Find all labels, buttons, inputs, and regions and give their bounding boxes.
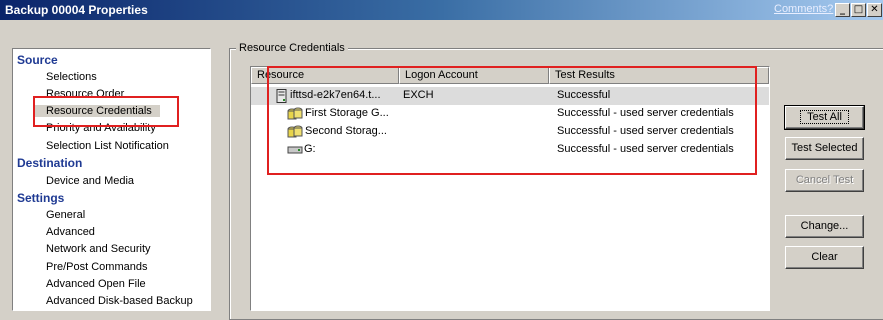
logon-account: EXCH — [403, 89, 434, 101]
test-result: Successful - used server credentials — [557, 107, 734, 119]
nav-item-resource-order[interactable]: Resource Order — [46, 88, 124, 100]
resource-name: First Storage G... — [305, 107, 389, 119]
test-all-button[interactable]: Test All — [784, 105, 865, 130]
nav-item-device-media[interactable]: Device and Media — [46, 175, 134, 187]
resource-name: G: — [304, 143, 316, 155]
nav-item-priority-availability[interactable]: Priority and Availability — [46, 122, 156, 134]
title-bar: Backup 00004 Properties Comments? _ □ ✕ — [0, 0, 883, 20]
frame-legend: Resource Credentials — [236, 42, 348, 54]
test-result: Successful — [557, 89, 611, 101]
column-header-test-results[interactable]: Test Results — [549, 67, 769, 84]
column-header-resource[interactable]: Resource — [251, 67, 399, 84]
cancel-test-button[interactable]: Cancel Test — [785, 169, 864, 192]
credentials-list[interactable]: Resource Logon Account Test Results iftt… — [250, 66, 770, 311]
comments-link[interactable]: Comments? — [774, 3, 833, 15]
nav-group-destination: Destination — [17, 156, 83, 170]
nav-item-pre-post-commands[interactable]: Pre/Post Commands — [46, 261, 147, 273]
nav-group-source: Source — [17, 53, 58, 67]
column-header-logon-account[interactable]: Logon Account — [399, 67, 549, 84]
storage-group-icon — [287, 107, 303, 120]
change-button[interactable]: Change... — [785, 215, 864, 238]
nav-group-settings: Settings — [17, 191, 65, 205]
test-selected-button[interactable]: Test Selected — [785, 137, 864, 160]
nav-item-selection-list-notification[interactable]: Selection List Notification — [46, 140, 169, 152]
nav-item-advanced[interactable]: Advanced — [46, 226, 95, 238]
properties-nav: Source Selections Resource Order Resourc… — [12, 48, 211, 311]
resource-name: Second Storag... — [305, 125, 387, 137]
test-all-label: Test All — [800, 110, 849, 124]
close-icon[interactable]: ✕ — [867, 3, 882, 17]
nav-item-advanced-disk-backup[interactable]: Advanced Disk-based Backup — [46, 295, 193, 307]
table-row[interactable]: Second Storag... Successful - used serve… — [251, 123, 769, 141]
window-title: Backup 00004 Properties — [5, 3, 148, 17]
table-row[interactable]: First Storage G... Successful - used ser… — [251, 105, 769, 123]
test-result: Successful - used server credentials — [557, 125, 734, 137]
nav-item-selections[interactable]: Selections — [46, 71, 97, 83]
test-result: Successful - used server credentials — [557, 143, 734, 155]
server-icon — [276, 89, 287, 103]
drive-icon — [287, 146, 303, 154]
nav-item-general[interactable]: General — [46, 209, 85, 221]
table-row[interactable]: G: Successful - used server credentials — [251, 141, 769, 159]
storage-group-icon — [287, 125, 303, 138]
nav-item-network-security[interactable]: Network and Security — [46, 243, 151, 255]
nav-item-advanced-open-file[interactable]: Advanced Open File — [46, 278, 146, 290]
table-row[interactable]: ifttsd-e2k7en64.t... EXCH Successful — [251, 87, 769, 105]
maximize-icon[interactable]: □ — [851, 3, 866, 17]
minimize-icon[interactable]: _ — [835, 3, 850, 17]
nav-item-resource-credentials[interactable]: Resource Credentials — [35, 105, 160, 117]
clear-button[interactable]: Clear — [785, 246, 864, 269]
resource-name: ifttsd-e2k7en64.t... — [290, 89, 381, 101]
